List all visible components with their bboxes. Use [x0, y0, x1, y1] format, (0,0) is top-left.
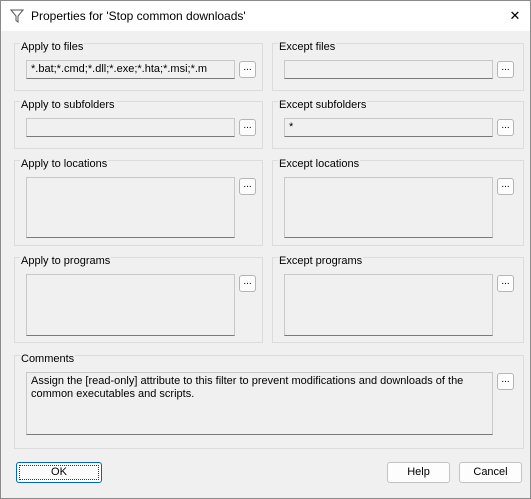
close-icon: ✕	[509, 8, 521, 23]
ok-button-label: OK	[19, 465, 99, 480]
apply-programs-browse-button[interactable]: ...	[239, 275, 256, 292]
apply-locations-input[interactable]	[26, 177, 235, 238]
except-programs-label: Except programs	[278, 255, 364, 267]
apply-programs-input[interactable]	[26, 274, 235, 336]
ok-button[interactable]: OK	[16, 462, 102, 483]
except-programs-browse-button[interactable]: ...	[497, 275, 514, 292]
apply-programs-group: Apply to programs ...	[14, 255, 263, 343]
except-files-group: Except files ...	[272, 41, 524, 91]
comments-browse-button[interactable]: ...	[497, 373, 514, 390]
apply-files-input[interactable]: *.bat;*.cmd;*.dll;*.exe;*.hta;*.msi;*.m	[26, 60, 235, 79]
cancel-button[interactable]: Cancel	[459, 462, 522, 483]
except-programs-group: Except programs ...	[272, 255, 524, 343]
window-title: Properties for 'Stop common downloads'	[31, 9, 246, 23]
apply-subfolders-browse-button[interactable]: ...	[239, 119, 256, 136]
apply-subfolders-group: Apply to subfolders ...	[14, 99, 263, 149]
apply-files-group: Apply to files *.bat;*.cmd;*.dll;*.exe;*…	[14, 41, 263, 91]
apply-subfolders-label: Apply to subfolders	[20, 99, 116, 111]
comments-group: Comments Assign the [read-only] attribut…	[14, 353, 524, 449]
except-files-browse-button[interactable]: ...	[497, 61, 514, 78]
except-locations-group: Except locations ...	[272, 158, 524, 246]
except-subfolders-browse-button[interactable]: ...	[497, 119, 514, 136]
apply-subfolders-input[interactable]	[26, 118, 235, 137]
except-programs-input[interactable]	[284, 274, 493, 336]
apply-files-browse-button[interactable]: ...	[239, 61, 256, 78]
except-files-label: Except files	[278, 41, 337, 53]
help-button[interactable]: Help	[387, 462, 450, 483]
apply-locations-group: Apply to locations ...	[14, 158, 263, 246]
apply-locations-label: Apply to locations	[20, 158, 109, 170]
except-locations-input[interactable]	[284, 177, 493, 238]
close-button[interactable]: ✕	[500, 1, 530, 31]
comments-label: Comments	[20, 353, 76, 365]
except-locations-browse-button[interactable]: ...	[497, 178, 514, 195]
comments-input[interactable]: Assign the [read-only] attribute to this…	[26, 372, 493, 435]
except-locations-label: Except locations	[278, 158, 361, 170]
apply-programs-label: Apply to programs	[20, 255, 112, 267]
except-files-input[interactable]	[284, 60, 493, 79]
properties-dialog: Properties for 'Stop common downloads' ✕…	[0, 0, 531, 499]
title-bar: Properties for 'Stop common downloads' ✕	[1, 1, 530, 31]
filter-icon	[10, 9, 24, 23]
apply-locations-browse-button[interactable]: ...	[239, 178, 256, 195]
apply-files-label: Apply to files	[20, 41, 85, 53]
except-subfolders-input[interactable]: *	[284, 118, 493, 137]
except-subfolders-group: Except subfolders * ...	[272, 99, 524, 149]
except-subfolders-label: Except subfolders	[278, 99, 368, 111]
